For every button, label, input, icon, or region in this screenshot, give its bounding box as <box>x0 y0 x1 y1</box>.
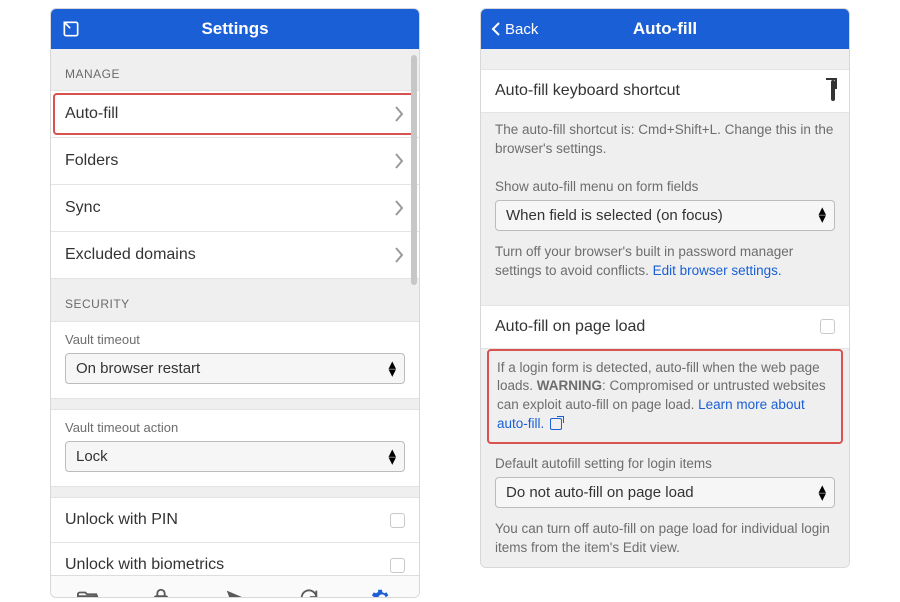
settings-item-label: Sync <box>65 199 101 217</box>
unlock-bio-row[interactable]: Unlock with biometrics <box>51 542 419 575</box>
chevron-right-icon <box>393 151 405 171</box>
autofill-panel: Back Auto-fill Auto-fill keyboard shortc… <box>480 8 850 568</box>
folder-icon <box>77 587 99 599</box>
settings-header: Settings <box>51 9 419 49</box>
select-arrows-icon: ▴▾ <box>818 207 826 223</box>
tab-tab[interactable]: Tab <box>51 576 125 598</box>
vault-timeout-action-block: Vault timeout action Lock ▴▾ <box>51 409 419 487</box>
autofill-warning-box: If a login form is detected, auto-fill w… <box>487 349 843 445</box>
settings-scroll: MANAGE Auto-fill Folders Sync Excluded d… <box>51 49 419 575</box>
conflict-help-text: Turn off your browser's built in passwor… <box>481 235 849 295</box>
page-title: Settings <box>51 19 419 39</box>
vault-timeout-select[interactable]: On browser restart ▴▾ <box>65 353 405 384</box>
back-label: Back <box>505 21 538 38</box>
autofill-on-page-load-row[interactable]: Auto-fill on page load <box>481 305 849 349</box>
vault-timeout-action-select[interactable]: Lock ▴▾ <box>65 441 405 472</box>
section-manage-header: MANAGE <box>51 49 419 91</box>
settings-item-label: Auto-fill <box>65 105 118 123</box>
default-login-help: You can turn off auto-fill on page load … <box>481 512 849 567</box>
chevron-right-icon <box>393 104 405 124</box>
select-arrows-icon: ▴▾ <box>388 361 396 377</box>
settings-item-label: Folders <box>65 152 118 170</box>
show-menu-label: Show auto-fill menu on form fields <box>481 173 849 200</box>
settings-item-autofill[interactable]: Auto-fill <box>51 90 419 138</box>
chevron-right-icon <box>393 198 405 218</box>
select-value: Do not auto-fill on page load <box>506 484 694 501</box>
lock-icon <box>150 587 172 599</box>
tab-vault[interactable]: Vault <box>125 576 199 598</box>
settings-item-label: Excluded domains <box>65 246 196 264</box>
popout-icon[interactable] <box>61 19 81 39</box>
vault-timeout-label: Vault timeout <box>65 332 405 347</box>
vault-timeout-block: Vault timeout On browser restart ▴▾ <box>51 321 419 399</box>
bottom-tabbar: Tab Vault Send Generator Settings <box>51 575 419 598</box>
row-label: Auto-fill keyboard shortcut <box>495 82 680 100</box>
send-icon <box>224 587 246 599</box>
autofill-on-page-load-checkbox[interactable] <box>820 319 835 334</box>
unlock-pin-label: Unlock with PIN <box>65 511 178 529</box>
vault-timeout-action-label: Vault timeout action <box>65 420 405 435</box>
settings-panel: Settings MANAGE Auto-fill Folders Sync E… <box>50 8 420 598</box>
refresh-icon <box>298 587 320 599</box>
warn-bold: WARNING <box>537 378 602 393</box>
default-login-select[interactable]: Do not auto-fill on page load ▴▾ <box>495 477 835 508</box>
gear-icon <box>371 587 393 599</box>
unlock-bio-label: Unlock with biometrics <box>65 556 224 574</box>
select-value: Lock <box>76 448 108 465</box>
edit-browser-settings-link[interactable]: Edit browser settings. <box>653 263 782 278</box>
select-value: On browser restart <box>76 360 200 377</box>
tab-generator[interactable]: Generator <box>272 576 346 598</box>
unlock-pin-checkbox[interactable] <box>390 513 405 528</box>
tab-send[interactable]: Send <box>198 576 272 598</box>
default-login-label: Default autofill setting for login items <box>481 450 849 477</box>
tab-settings[interactable]: Settings <box>345 576 419 598</box>
select-arrows-icon: ▴▾ <box>818 485 826 501</box>
select-value: When field is selected (on focus) <box>506 207 723 224</box>
show-menu-select[interactable]: When field is selected (on focus) ▴▾ <box>495 200 835 231</box>
settings-item-sync[interactable]: Sync <box>51 184 419 232</box>
unlock-bio-checkbox[interactable] <box>390 558 405 573</box>
select-arrows-icon: ▴▾ <box>388 449 396 465</box>
chevron-right-icon <box>393 245 405 265</box>
row-label: Auto-fill on page load <box>495 318 645 336</box>
external-link-icon <box>548 416 562 431</box>
section-security-header: SECURITY <box>51 279 419 321</box>
settings-item-excluded-domains[interactable]: Excluded domains <box>51 231 419 279</box>
unlock-pin-row[interactable]: Unlock with PIN <box>51 497 419 543</box>
settings-item-folders[interactable]: Folders <box>51 137 419 185</box>
external-link-icon <box>831 82 835 100</box>
autofill-header: Back Auto-fill <box>481 9 849 49</box>
back-button[interactable]: Back <box>491 21 538 38</box>
autofill-scroll: Auto-fill keyboard shortcut The auto-fil… <box>481 49 849 567</box>
autofill-shortcut-row[interactable]: Auto-fill keyboard shortcut <box>481 69 849 113</box>
chevron-left-icon <box>491 21 501 37</box>
shortcut-help-text: The auto-fill shortcut is: Cmd+Shift+L. … <box>481 113 849 173</box>
